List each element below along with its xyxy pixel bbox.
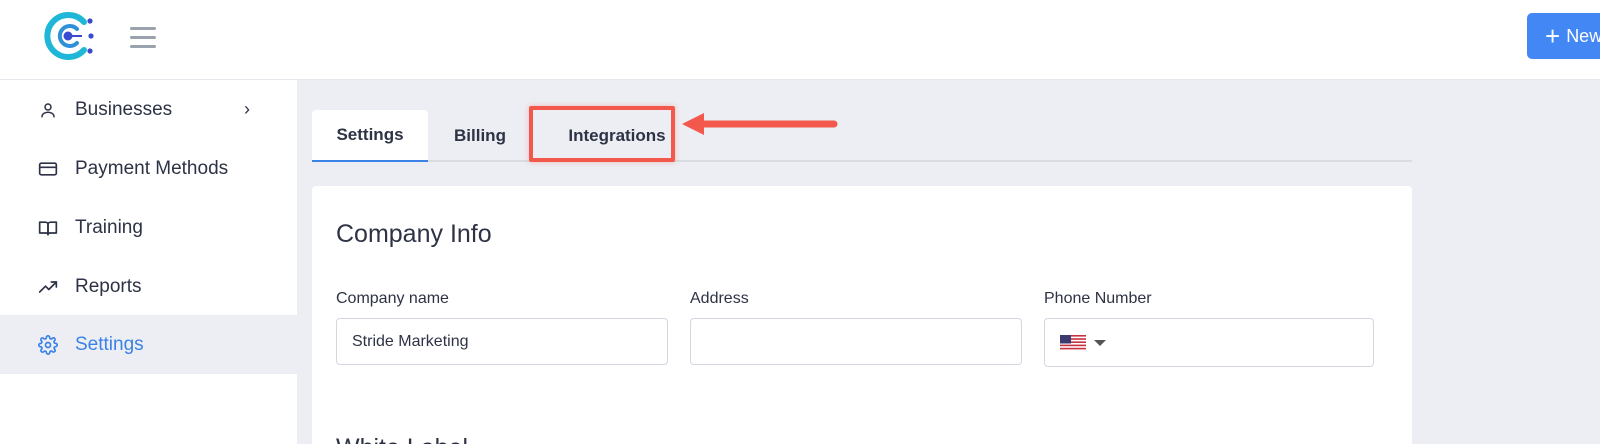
- company-name-value: Stride Marketing: [352, 332, 469, 350]
- sidebar-item-businesses[interactable]: Businesses ›: [0, 80, 297, 139]
- phone-number-label: Phone Number: [1044, 290, 1152, 307]
- logo-icon[interactable]: [40, 8, 96, 64]
- phone-number-field[interactable]: [1044, 318, 1374, 367]
- sidebar-item-label: Businesses: [75, 98, 173, 120]
- credit-card-icon: [38, 159, 58, 179]
- company-name-label: Company name: [336, 290, 449, 307]
- us-flag-icon: [1060, 334, 1086, 351]
- sidebar-item-label: Payment Methods: [75, 157, 229, 179]
- sidebar-item-label: Training: [75, 216, 143, 238]
- sidebar: Businesses › Payment Methods Training Re…: [0, 80, 297, 444]
- sidebar-item-reports[interactable]: Reports: [0, 257, 297, 316]
- main-content: Settings Billing Integrations Company In…: [297, 80, 1600, 444]
- sidebar-item-settings[interactable]: Settings: [0, 315, 297, 374]
- tab-billing[interactable]: Billing: [428, 110, 532, 162]
- address-label: Address: [690, 290, 749, 307]
- tab-settings[interactable]: Settings: [312, 110, 428, 162]
- annotation-arrow-icon: [682, 113, 838, 135]
- new-button[interactable]: + New: [1527, 13, 1600, 59]
- address-field[interactable]: [690, 318, 1022, 365]
- sidebar-item-label: Reports: [75, 275, 142, 297]
- trending-up-icon: [38, 277, 58, 297]
- hamburger-icon[interactable]: [130, 27, 156, 49]
- chevron-right-icon: ›: [244, 99, 250, 119]
- company-name-field[interactable]: Stride Marketing: [336, 318, 668, 365]
- white-label-title: White Label: [336, 434, 468, 444]
- country-code-select[interactable]: [1060, 334, 1106, 351]
- plus-icon: +: [1545, 21, 1561, 51]
- tab-bar: Settings Billing Integrations: [312, 110, 1412, 162]
- book-icon: [38, 218, 58, 238]
- annotation-highlight-box: [529, 106, 675, 162]
- sidebar-item-label: Settings: [75, 333, 144, 355]
- sidebar-item-training[interactable]: Training: [0, 198, 297, 257]
- company-info-card: Company Info Company name Stride Marketi…: [312, 186, 1412, 444]
- new-button-label: New: [1566, 25, 1600, 46]
- gear-icon: [38, 334, 58, 355]
- chevron-down-icon: [1094, 339, 1106, 346]
- sidebar-item-payment-methods[interactable]: Payment Methods: [0, 139, 297, 198]
- top-bar: + New: [0, 0, 1600, 80]
- company-info-title: Company Info: [336, 220, 492, 248]
- user-icon: [38, 100, 58, 120]
